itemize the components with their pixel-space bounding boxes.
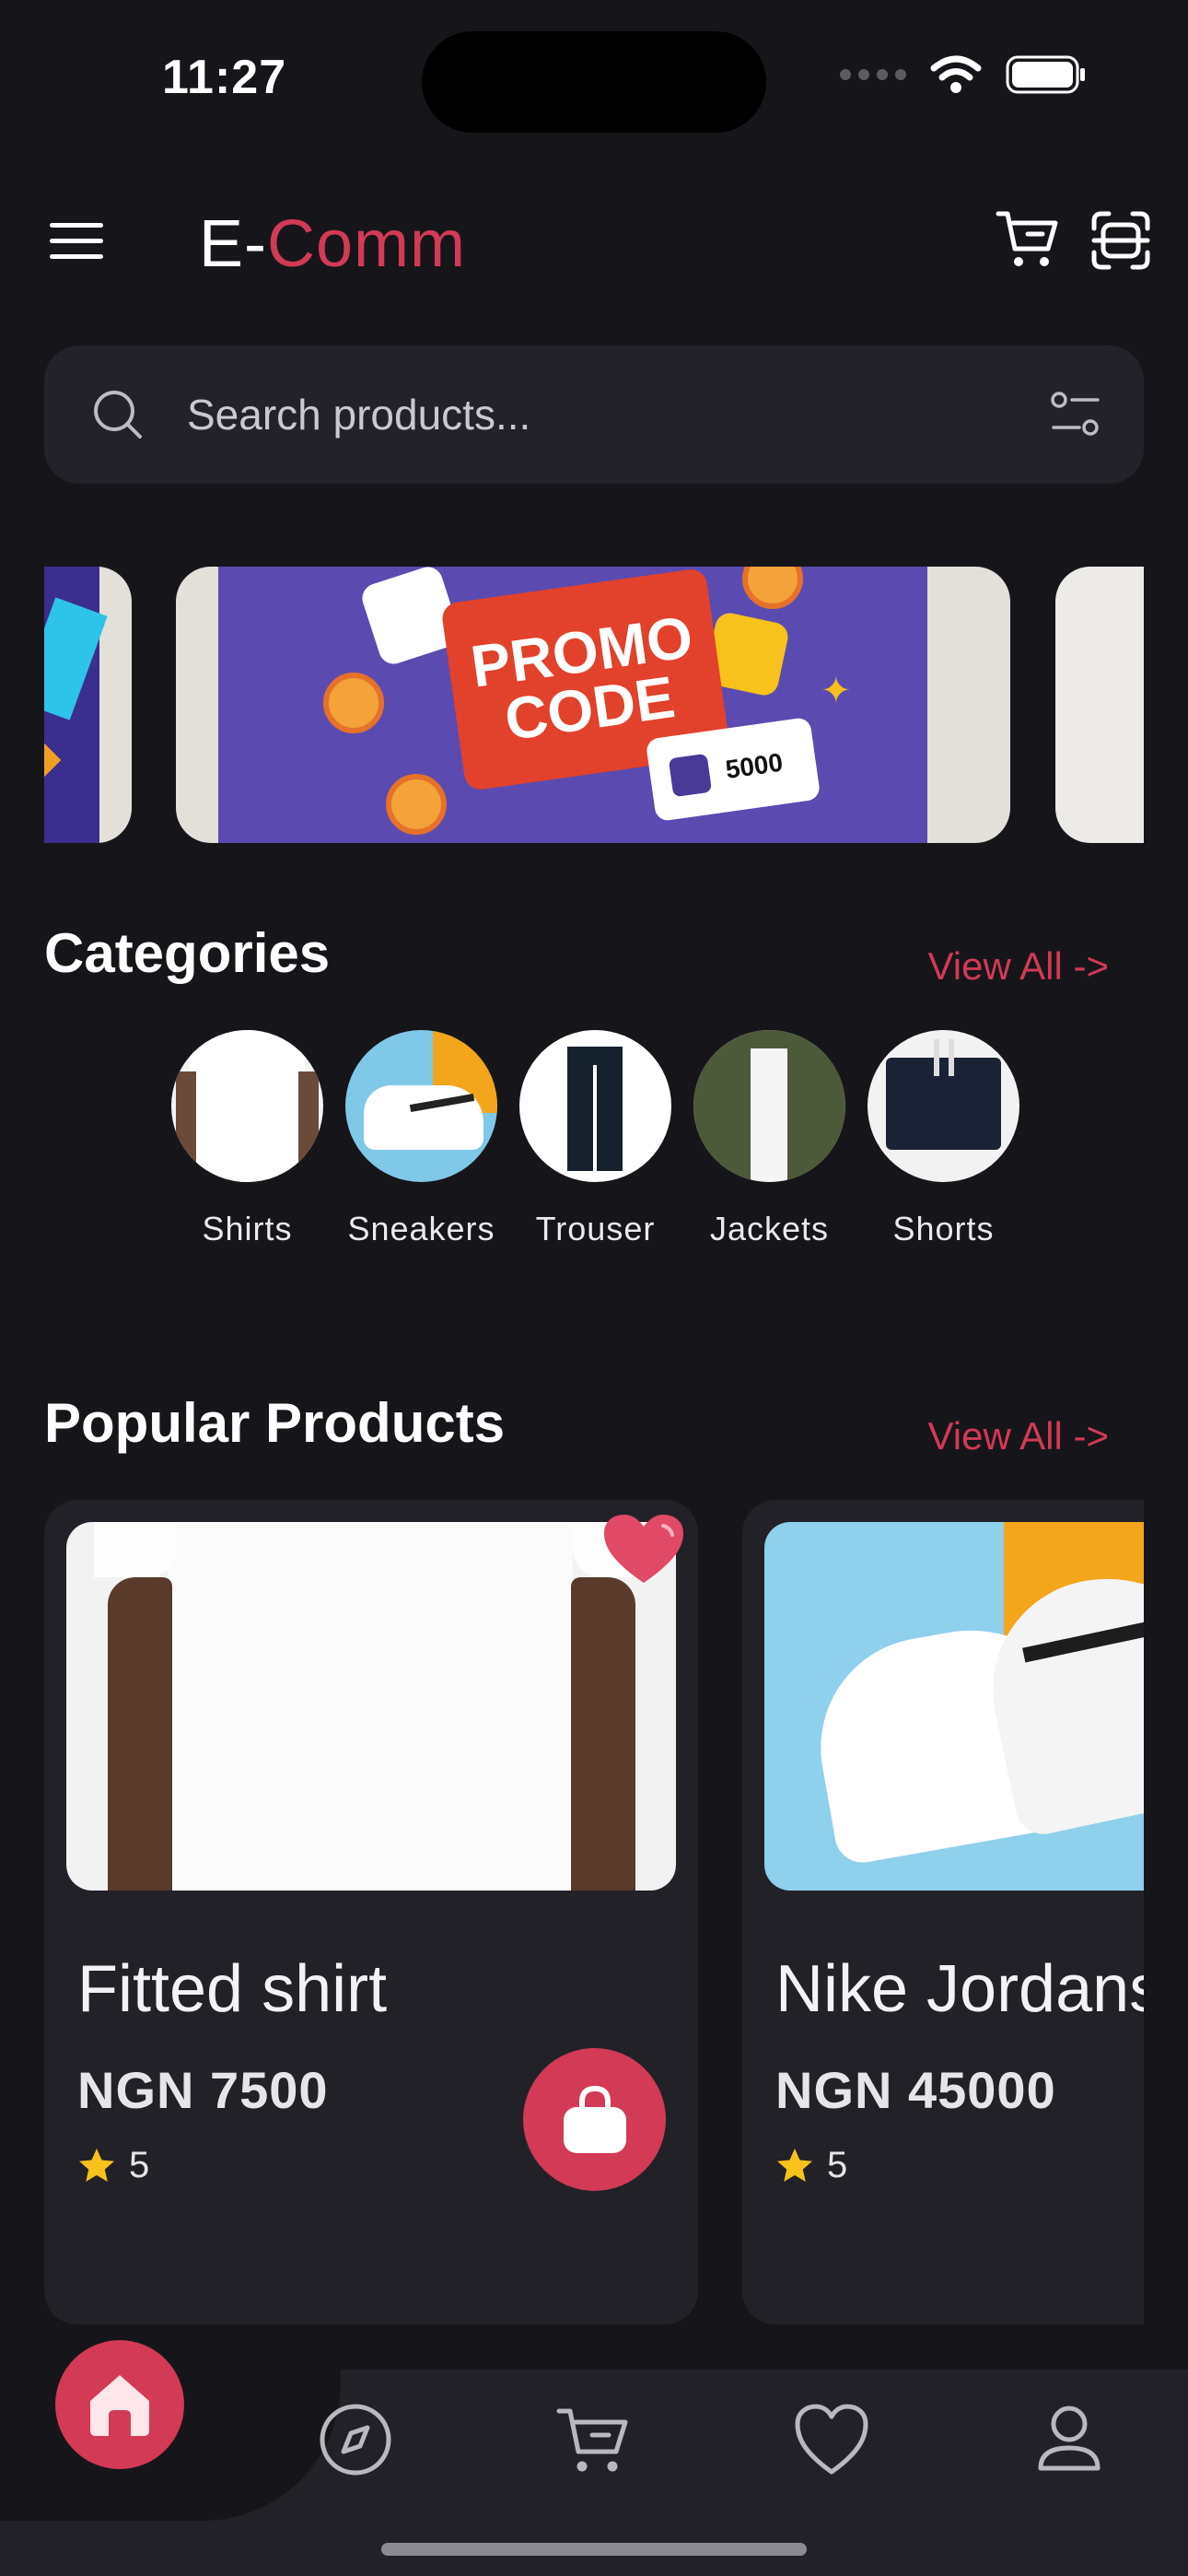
categories-title: Categories [44, 922, 331, 984]
cart-icon[interactable] [553, 2400, 633, 2479]
logo-prefix: E- [199, 207, 267, 281]
category-jackets[interactable]: Jackets [693, 1030, 845, 1248]
hamburger-menu-icon[interactable] [48, 219, 107, 263]
wifi-icon [930, 55, 982, 93]
profile-icon[interactable] [1030, 2400, 1109, 2479]
categories-view-all-link[interactable]: View All -> [928, 944, 1110, 989]
banner-previous[interactable] [44, 567, 132, 843]
category-trouser[interactable]: Trouser [519, 1030, 671, 1248]
promo-carousel[interactable]: PROMO CODE 5000 ✦ [44, 567, 1144, 843]
home-indicator [381, 2543, 807, 2556]
star-icon [777, 2148, 812, 2182]
category-image [171, 1030, 323, 1182]
category-label: Sneakers [347, 1210, 495, 1247]
home-icon [90, 2375, 149, 2436]
product-name: Nike Jordans [775, 1952, 1144, 2026]
coin-icon [386, 774, 447, 835]
shopping-bag-icon [563, 2085, 626, 2153]
nav-home-button[interactable] [55, 2340, 184, 2469]
rating-value: 5 [129, 2145, 150, 2185]
logo-accent: Comm [267, 207, 466, 281]
sparkle-icon: ✦ [821, 671, 852, 711]
scan-icon[interactable] [1089, 208, 1153, 273]
search-bar[interactable] [44, 345, 1144, 484]
heart-icon[interactable] [792, 2400, 871, 2479]
star-icon [79, 2148, 114, 2182]
category-label: Shirts [202, 1210, 293, 1247]
popular-view-all-link[interactable]: View All -> [928, 1414, 1110, 1458]
voucher-value: 5000 [723, 747, 785, 784]
rating-value: 5 [827, 2145, 848, 2185]
category-shorts[interactable]: Shorts [868, 1030, 1019, 1248]
category-image [519, 1030, 671, 1182]
category-list: Shirts Sneakers Trouser Jackets Shorts [171, 1030, 1019, 1248]
search-icon [94, 391, 142, 439]
product-price: NGN 45000 [775, 2061, 1056, 2119]
product-rating: 5 [775, 2145, 847, 2186]
compass-icon[interactable] [316, 2400, 395, 2479]
status-time: 11:27 [162, 51, 287, 104]
search-input[interactable] [187, 382, 979, 447]
product-price: NGN 7500 [77, 2061, 329, 2119]
product-image [66, 1522, 676, 1891]
product-card[interactable]: Nike Jordans NGN 45000 5 [742, 1500, 1144, 2324]
banner-promo-code[interactable]: PROMO CODE 5000 ✦ [176, 567, 1010, 843]
category-image [868, 1030, 1019, 1182]
favorite-heart-icon[interactable] [602, 1513, 685, 1587]
category-label: Shorts [892, 1210, 995, 1247]
category-image [693, 1030, 845, 1182]
coin-icon [323, 673, 384, 733]
cart-icon[interactable] [995, 206, 1061, 273]
banner-next[interactable] [1055, 567, 1144, 843]
product-carousel[interactable]: Fitted shirt NGN 7500 5 Nike Jordans NGN… [44, 1500, 1144, 2324]
app-logo: E-Comm [199, 206, 466, 282]
category-image [345, 1030, 497, 1182]
product-card[interactable]: Fitted shirt NGN 7500 5 [44, 1500, 698, 2324]
category-sneakers[interactable]: Sneakers [345, 1030, 497, 1248]
product-image [764, 1522, 1144, 1891]
app-header: E-Comm [0, 193, 1188, 295]
popular-products-title: Popular Products [44, 1392, 506, 1454]
status-icons [840, 55, 1087, 94]
product-rating: 5 [77, 2145, 149, 2186]
add-to-bag-button[interactable] [523, 2048, 666, 2191]
cellular-signal-icon [840, 69, 906, 80]
category-label: Jackets [709, 1210, 830, 1247]
filter-icon[interactable] [1046, 385, 1105, 444]
category-shirts[interactable]: Shirts [171, 1030, 323, 1248]
battery-icon [1006, 55, 1085, 94]
product-name: Fitted shirt [77, 1952, 388, 2026]
dynamic-island [422, 31, 766, 133]
category-label: Trouser [535, 1210, 656, 1247]
voucher-logo-icon [668, 753, 713, 798]
